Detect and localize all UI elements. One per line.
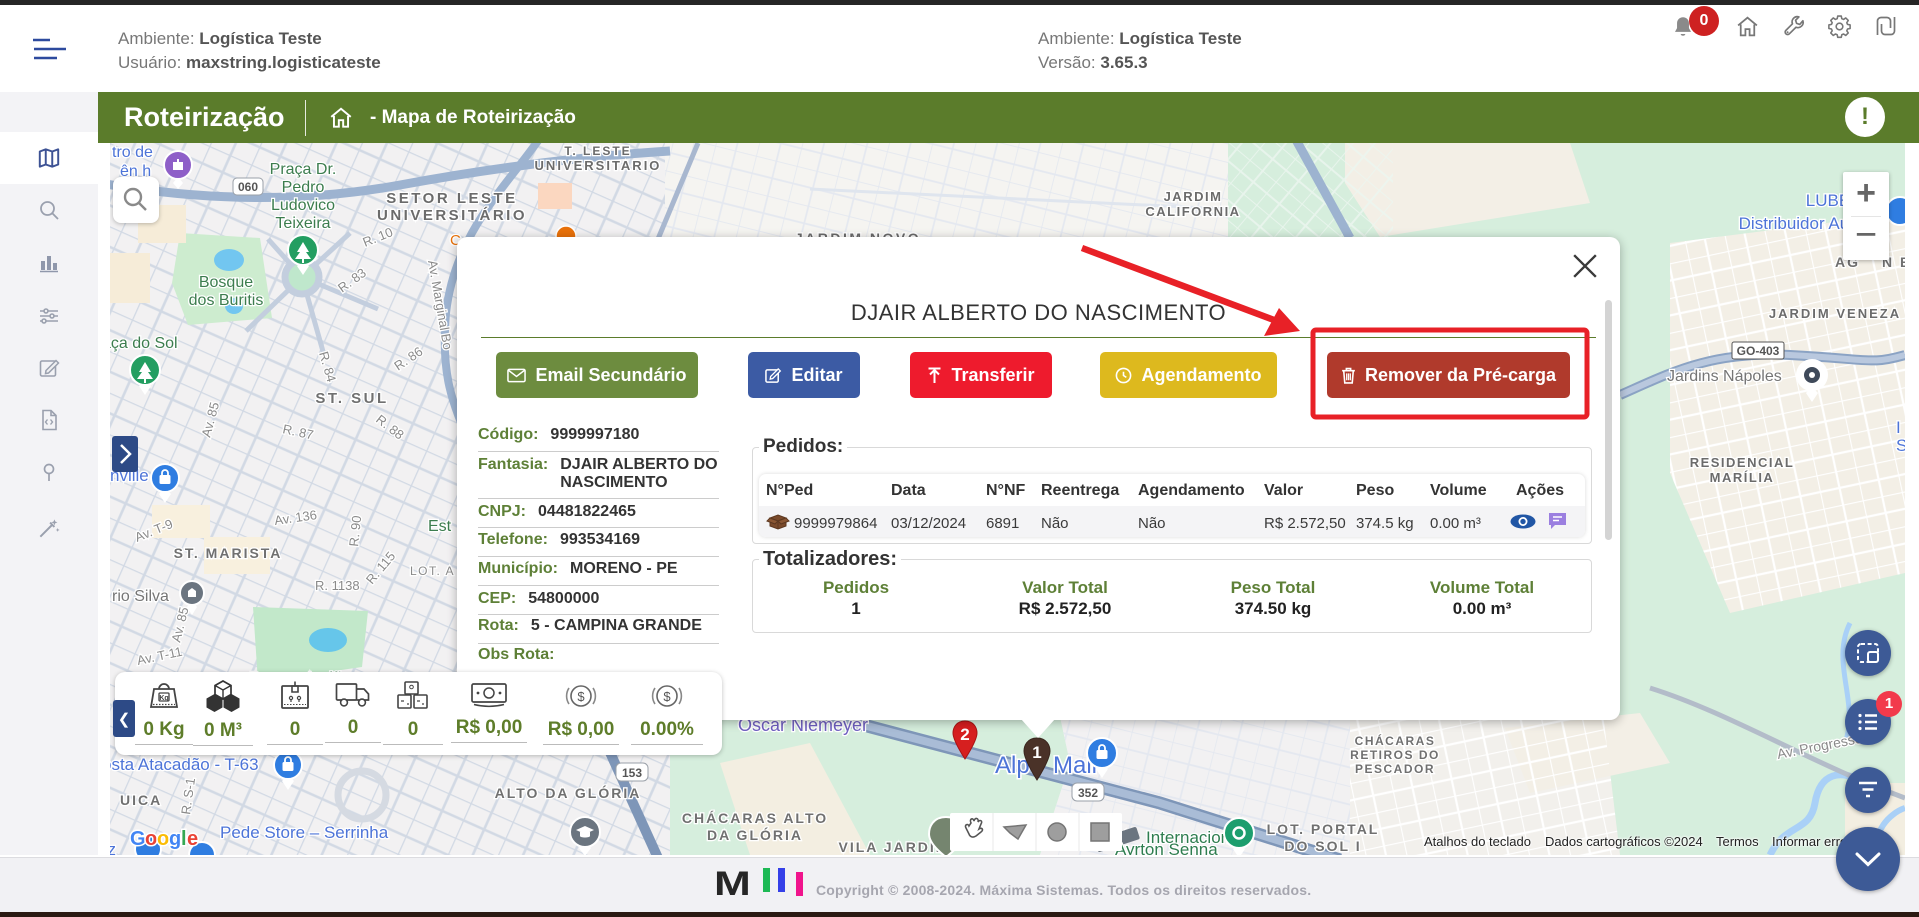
svg-text:RETIROS DO: RETIROS DO xyxy=(1350,748,1440,762)
svg-text:DO SOL I: DO SOL I xyxy=(1284,838,1361,854)
svg-text:M: M xyxy=(714,866,751,903)
svg-text:UNIVERSITÁRIO: UNIVERSITÁRIO xyxy=(377,207,527,224)
svg-text:Kg: Kg xyxy=(159,695,168,702)
svg-text:2: 2 xyxy=(960,725,969,744)
svg-text:G: G xyxy=(130,828,146,850)
svg-text:Est: Est xyxy=(428,518,452,535)
svg-text:CHÁCARAS: CHÁCARAS xyxy=(1355,733,1436,748)
svg-text:riz: riz xyxy=(110,840,116,855)
svg-text:GO-403: GO-403 xyxy=(1737,344,1780,358)
svg-text:Ludovico: Ludovico xyxy=(271,197,335,214)
svg-text:Pedro: Pedro xyxy=(282,179,325,196)
svg-text:SETOR LESTE: SETOR LESTE xyxy=(386,190,517,207)
svg-text:LOT. PORTAL: LOT. PORTAL xyxy=(1267,821,1380,837)
svg-text:DA GLÓRIA: DA GLÓRIA xyxy=(707,826,803,843)
svg-text:UNIVERSITARIO: UNIVERSITARIO xyxy=(535,158,662,173)
svg-text:aça do Sol: aça do Sol xyxy=(110,335,178,352)
svg-text:g: g xyxy=(169,828,181,850)
svg-text:CALIFORNIA: CALIFORNIA xyxy=(1145,204,1240,219)
svg-text:JARDIM VENEZA: JARDIM VENEZA xyxy=(1769,306,1901,321)
svg-text:JARDIM: JARDIM xyxy=(1164,189,1223,204)
svg-text:S: S xyxy=(1896,436,1905,455)
svg-text:osta Atacadão - T-63: osta Atacadão - T-63 xyxy=(110,755,259,774)
svg-text:Ayrton Senna: Ayrton Senna xyxy=(1115,840,1218,855)
svg-text:060: 060 xyxy=(238,180,258,194)
svg-text:Praça Dr.: Praça Dr. xyxy=(270,161,337,178)
svg-text:Teixeira: Teixeira xyxy=(275,215,330,232)
svg-text:rio Silva: rio Silva xyxy=(112,588,169,605)
svg-text:dos Buritis: dos Buritis xyxy=(189,292,264,309)
svg-text:153: 153 xyxy=(622,766,642,780)
svg-text:LOT. A: LOT. A xyxy=(410,564,455,578)
svg-text:$: $ xyxy=(663,689,671,704)
svg-text:MARÍLIA: MARÍLIA xyxy=(1710,470,1775,485)
svg-text:Bosque: Bosque xyxy=(199,274,253,291)
svg-text:I: I xyxy=(1896,418,1901,437)
svg-text:ALTO DA GLÓRIA: ALTO DA GLÓRIA xyxy=(495,784,642,801)
svg-text:o: o xyxy=(145,828,157,850)
svg-text:352: 352 xyxy=(1078,786,1098,800)
svg-text:UICA: UICA xyxy=(120,792,162,808)
svg-text:tro de: tro de xyxy=(112,144,153,161)
svg-text:PESCADOR: PESCADOR xyxy=(1355,762,1435,776)
svg-text:T. LESTE: T. LESTE xyxy=(564,144,631,158)
svg-text:o: o xyxy=(157,828,169,850)
svg-text:1: 1 xyxy=(1032,743,1041,762)
svg-text:RESIDENCIAL: RESIDENCIAL xyxy=(1690,455,1795,470)
svg-text:l: l xyxy=(181,828,187,850)
svg-text:ST. SUL: ST. SUL xyxy=(315,390,388,407)
svg-text:Pede Store – Serrinha: Pede Store – Serrinha xyxy=(220,823,389,842)
svg-text:CHÁCARAS ALTO: CHÁCARAS ALTO xyxy=(682,810,828,826)
svg-text:ST. MARISTA: ST. MARISTA xyxy=(174,545,283,561)
svg-text:R. 1138: R. 1138 xyxy=(315,578,360,593)
svg-text:Jardins Nápoles: Jardins Nápoles xyxy=(1667,368,1782,385)
svg-text:$: $ xyxy=(577,689,585,704)
svg-text:e: e xyxy=(187,828,198,850)
